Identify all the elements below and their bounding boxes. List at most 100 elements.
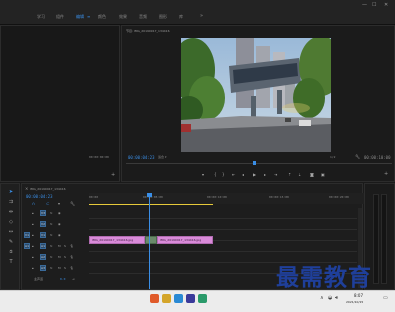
track-v2-label[interactable]: V2 (40, 221, 46, 227)
minimize-icon[interactable]: — (362, 2, 367, 8)
more-workspaces-icon[interactable]: » (200, 13, 203, 19)
sync-lock-icon[interactable]: ⇋ (50, 244, 53, 248)
timeline-clip[interactable]: IMG_20190917_134416.jpg (89, 236, 145, 244)
master-label: 主声道 (34, 277, 44, 281)
close-icon[interactable]: ✕ (384, 2, 388, 8)
marker-icon[interactable]: ▾ (202, 172, 204, 177)
workspace-libraries[interactable]: 库 (179, 14, 183, 20)
lock-icon[interactable]: 🔒︎ (32, 211, 34, 215)
extract-icon[interactable]: ⇣ (298, 172, 301, 177)
track-header-a3: 🔒︎ A3 ⇋ M S 🎙︎ (22, 263, 88, 273)
track-v1-label[interactable]: V1 (40, 232, 46, 238)
master-volume-value[interactable]: 0.0 (60, 277, 65, 281)
mic-icon[interactable]: 🎙︎ (70, 244, 74, 248)
pen-tool-icon[interactable]: ✎ (8, 239, 14, 245)
lift-icon[interactable]: ⇡ (288, 172, 291, 177)
eye-icon[interactable]: ◉ (58, 211, 61, 215)
program-fit-fraction[interactable]: 1/2 (330, 155, 335, 159)
type-tool-icon[interactable]: T (8, 259, 14, 265)
source-add-icon[interactable]: + (111, 172, 115, 178)
ripple-edit-tool-icon[interactable]: ⇹ (8, 209, 14, 215)
lock-icon[interactable]: 🔒︎ (32, 222, 34, 226)
solo-button[interactable]: S (64, 255, 66, 259)
mute-button[interactable]: M (58, 255, 61, 259)
folder-icon[interactable] (162, 294, 171, 303)
timeline-clip[interactable]: IMG_20190917_134416.jpg (157, 236, 213, 244)
program-scrub-bar[interactable] (126, 163, 392, 164)
mic-icon[interactable]: 🎙︎ (70, 266, 74, 270)
timeline-playhead[interactable] (149, 193, 150, 289)
play-icon[interactable]: ▶ (253, 172, 256, 177)
sync-lock-icon[interactable]: ⇋ (50, 222, 53, 226)
premiere-icon[interactable] (186, 294, 195, 303)
selection-tool-icon[interactable]: ➤ (8, 189, 14, 195)
sync-lock-icon[interactable]: ⇋ (50, 211, 53, 215)
lock-icon[interactable]: 🔒︎ (32, 233, 34, 237)
volume-icon[interactable]: 🔊︎ (335, 295, 338, 301)
sync-lock-icon[interactable]: ⇋ (50, 255, 53, 259)
workspace-color[interactable]: 颜色 (98, 14, 106, 20)
track-v3-label[interactable]: V3 (40, 210, 46, 216)
add-marker-icon[interactable]: ▾ (58, 201, 60, 206)
snap-icon[interactable]: ∩ (32, 201, 35, 206)
linked-selection-icon[interactable]: ⊂ (46, 201, 49, 206)
workspace-editing[interactable]: 编辑 (76, 14, 84, 20)
settings-wrench-icon[interactable]: 🔧︎ (355, 154, 360, 159)
solo-button[interactable]: S (64, 244, 66, 248)
track-a1-label[interactable]: A1 (40, 243, 46, 249)
program-monitor-title: 节目: IMG_20190917_134416 (126, 29, 170, 33)
mute-button[interactable]: M (58, 266, 61, 270)
step-back-icon[interactable]: ◂ (242, 172, 244, 177)
taskbar-time[interactable]: 8:07 (354, 293, 363, 298)
program-playhead[interactable] (253, 161, 256, 165)
timeline-playhead-handle[interactable] (147, 193, 152, 197)
go-to-out-icon[interactable]: ⇥ (274, 172, 277, 177)
eye-icon[interactable]: ◉ (58, 222, 61, 226)
notification-icon[interactable]: ▭ (383, 295, 388, 301)
eye-icon[interactable]: ◉ (58, 233, 61, 237)
timeline-settings-icon[interactable]: 🔧︎ (70, 201, 75, 206)
network-icon[interactable]: ◒ (328, 295, 332, 301)
export-frame-icon[interactable]: ◙ (310, 172, 314, 177)
mark-out-icon[interactable]: } (222, 172, 225, 177)
timeline-close-icon[interactable]: × (25, 186, 28, 191)
solo-button[interactable]: S (64, 266, 66, 270)
taskbar-app-icon[interactable] (198, 294, 207, 303)
track-a3-label[interactable]: A3 (40, 265, 46, 271)
workspace-effects[interactable]: 效果 (119, 14, 127, 20)
program-add-icon[interactable]: + (384, 171, 388, 177)
workspace-learn[interactable]: 学习 (37, 14, 45, 20)
sync-lock-icon[interactable]: ⇋ (50, 266, 53, 270)
lock-icon[interactable]: 🔒︎ (32, 266, 34, 270)
slip-tool-icon[interactable]: ↔ (8, 229, 14, 235)
fit-dropdown[interactable]: 适合 ▾ (158, 155, 166, 159)
taskbar-app-icon[interactable] (174, 294, 183, 303)
workspace-assembly[interactable]: 组件 (56, 14, 64, 20)
taskbar-date[interactable]: 2021/10/15 (346, 300, 363, 304)
tray-chevron-icon[interactable]: ∧ (320, 295, 324, 301)
step-forward-icon[interactable]: ▸ (264, 172, 266, 177)
mic-icon[interactable]: 🎙︎ (70, 255, 74, 259)
track-select-tool-icon[interactable]: ⇉ (8, 199, 14, 205)
work-area-bar[interactable] (89, 204, 213, 205)
go-to-end-icon[interactable]: ⇥ (72, 277, 75, 281)
razor-tool-icon[interactable]: ◇ (8, 219, 14, 225)
hand-tool-icon[interactable]: ✋︎ (8, 249, 14, 255)
timeline-ruler[interactable]: 00:00 00:00:05:00 00:00:10:00 00:00:15:0… (89, 193, 364, 204)
workspace-audio[interactable]: 音频 (139, 14, 147, 20)
workspace-graphics[interactable]: 图形 (159, 14, 167, 20)
workspace-menu-icon[interactable]: ≡ (87, 14, 90, 19)
maximize-icon[interactable]: ☐ (372, 2, 376, 8)
track-a2-label[interactable]: A2 (40, 254, 46, 260)
lock-icon[interactable]: 🔒︎ (32, 244, 34, 248)
taskbar-app-icon[interactable] (150, 294, 159, 303)
transition-marker[interactable] (145, 236, 157, 244)
source-patch-a1[interactable]: A1 (24, 243, 30, 249)
go-to-in-icon[interactable]: ⇤ (232, 172, 235, 177)
mute-button[interactable]: M (58, 244, 61, 248)
sync-lock-icon[interactable]: ⇋ (50, 233, 53, 237)
lock-icon[interactable]: 🔒︎ (32, 255, 34, 259)
comparison-view-icon[interactable]: ▣ (321, 172, 325, 177)
source-patch-v1[interactable]: V1 (24, 232, 30, 238)
mark-in-icon[interactable]: { (214, 172, 217, 177)
